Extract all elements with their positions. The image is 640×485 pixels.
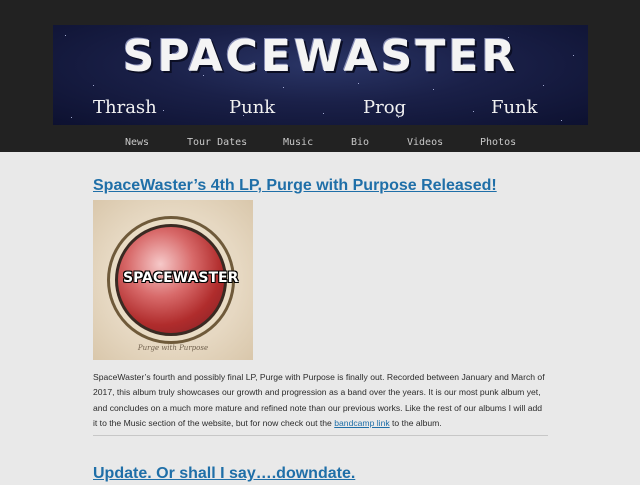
header-banner[interactable]: SPACEWASTER Thrash Punk Prog Funk <box>53 25 588 125</box>
album-caption: Purge with Purpose <box>137 344 209 352</box>
nav-news[interactable]: News <box>125 137 149 148</box>
news-post: SpaceWaster’s 4th LP, Purge with Purpose… <box>93 175 548 437</box>
site-header: SPACEWASTER Thrash Punk Prog Funk News T… <box>0 0 640 152</box>
site-logo: SPACEWASTER <box>122 31 519 82</box>
post-title-link[interactable]: SpaceWaster’s 4th LP, Purge with Purpose… <box>93 175 548 197</box>
nav-music[interactable]: Music <box>283 137 313 148</box>
nav-videos[interactable]: Videos <box>407 137 443 148</box>
post-divider <box>93 435 548 437</box>
genre-thrash: Thrash <box>93 97 157 118</box>
post-body: SpaceWaster’s fourth and possibly final … <box>93 370 548 431</box>
album-band-logo: SPACEWASTER <box>123 270 239 286</box>
nav-tour-dates[interactable]: Tour Dates <box>187 137 247 148</box>
genre-prog: Prog <box>363 97 407 118</box>
album-cover-image[interactable]: SPACEWASTER Purge with Purpose <box>93 200 253 360</box>
main-nav: News Tour Dates Music Bio Videos Photos <box>0 137 640 151</box>
nav-bio[interactable]: Bio <box>351 137 369 148</box>
bandcamp-link[interactable]: bandcamp link <box>334 418 389 428</box>
main-content: SpaceWaster’s 4th LP, Purge with Purpose… <box>93 175 548 485</box>
genre-punk: Punk <box>229 97 276 118</box>
post-title-link[interactable]: Update. Or shall I say….downdate. <box>93 463 548 485</box>
news-post: Update. Or shall I say….downdate. <box>93 463 548 485</box>
nav-photos[interactable]: Photos <box>480 137 516 148</box>
post-body-text-end: to the album. <box>389 417 442 428</box>
post-body-text: SpaceWaster’s fourth and possibly final … <box>93 372 545 428</box>
genre-funk: Funk <box>491 97 538 118</box>
